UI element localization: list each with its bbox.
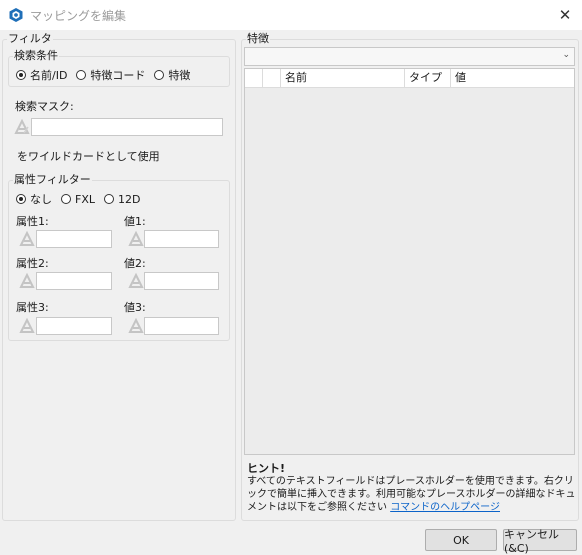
radio-feature[interactable] (154, 70, 165, 80)
ok-button[interactable]: OK (425, 529, 497, 551)
column-value[interactable]: 値 (451, 69, 574, 87)
attribute-2-input[interactable] (36, 272, 112, 290)
attribute-1-input[interactable] (36, 230, 112, 248)
feature-table[interactable]: 名前 タイプ 値 (244, 68, 575, 455)
placeholder-insert-icon[interactable] (18, 230, 36, 248)
attribute-2-label: 属性2: (16, 257, 49, 270)
cancel-button[interactable]: キャンセル(&C) (503, 528, 577, 555)
placeholder-insert-icon[interactable] (18, 317, 36, 335)
chevron-down-icon[interactable]: ⌄ (562, 50, 570, 60)
hint-title: ヒント! (247, 462, 286, 475)
value-1-label: 値1: (124, 215, 146, 228)
radio-feature-label[interactable]: 特徴 (168, 67, 190, 83)
placeholder-insert-icon[interactable] (127, 272, 145, 290)
attribute-filter-label: 属性フィルター (13, 173, 92, 186)
title-bar: マッピングを編集 ✕ (0, 0, 582, 30)
radio-attr-fxl-label[interactable]: FXL (75, 193, 95, 206)
column-indicator[interactable] (263, 69, 281, 87)
search-condition-radios: 名前/ID 特徴コード 特徴 (16, 67, 199, 83)
placeholder-insert-icon[interactable] (18, 272, 36, 290)
radio-attr-none-label[interactable]: なし (30, 191, 52, 207)
attribute-3-input[interactable] (36, 317, 112, 335)
radio-attr-none[interactable] (16, 194, 26, 204)
radio-attr-12d-label[interactable]: 12D (118, 193, 140, 206)
search-mask-input[interactable] (31, 118, 223, 136)
column-name[interactable]: 名前 (281, 69, 405, 87)
help-page-link[interactable]: コマンドのヘルプページ (390, 502, 500, 513)
value-2-label: 値2: (124, 257, 146, 270)
hint-text: すべてのテキストフィールドはプレースホルダーを使用できます。右クリックで簡単に挿… (247, 475, 579, 514)
search-condition-label: 検索条件 (13, 49, 59, 62)
radio-name-id-label[interactable]: 名前/ID (30, 67, 67, 83)
radio-attr-fxl[interactable] (61, 194, 71, 204)
wildcard-note: をワイルドカードとして使用 (17, 150, 160, 163)
radio-feature-code[interactable] (76, 70, 87, 80)
attribute-3-label: 属性3: (16, 301, 49, 314)
placeholder-insert-icon[interactable] (127, 317, 145, 335)
radio-feature-code-label[interactable]: 特徴コード (90, 67, 145, 83)
attribute-filter-radios: なし FXL 12D (16, 191, 149, 207)
placeholder-insert-icon[interactable] (127, 230, 145, 248)
search-mask-label: 検索マスク: (15, 100, 74, 113)
attribute-1-label: 属性1: (16, 215, 49, 228)
filter-group-label: フィルタ (7, 32, 53, 45)
column-row-selector[interactable] (245, 69, 263, 87)
placeholder-insert-icon[interactable] (13, 118, 31, 136)
close-icon: ✕ (558, 6, 572, 24)
feature-table-header: 名前 タイプ 値 (245, 69, 574, 88)
window-title: マッピングを編集 (30, 9, 127, 23)
value-2-input[interactable] (144, 272, 219, 290)
radio-name-id[interactable] (16, 70, 26, 80)
features-group-label: 特徴 (246, 32, 270, 45)
column-type[interactable]: タイプ (405, 69, 451, 87)
feature-combobox[interactable]: ⌄ (244, 47, 575, 66)
value-3-input[interactable] (144, 317, 219, 335)
close-button[interactable]: ✕ (548, 0, 582, 30)
value-3-label: 値3: (124, 301, 146, 314)
value-1-input[interactable] (144, 230, 219, 248)
app-cube-icon (9, 8, 23, 22)
radio-attr-12d[interactable] (104, 194, 114, 204)
